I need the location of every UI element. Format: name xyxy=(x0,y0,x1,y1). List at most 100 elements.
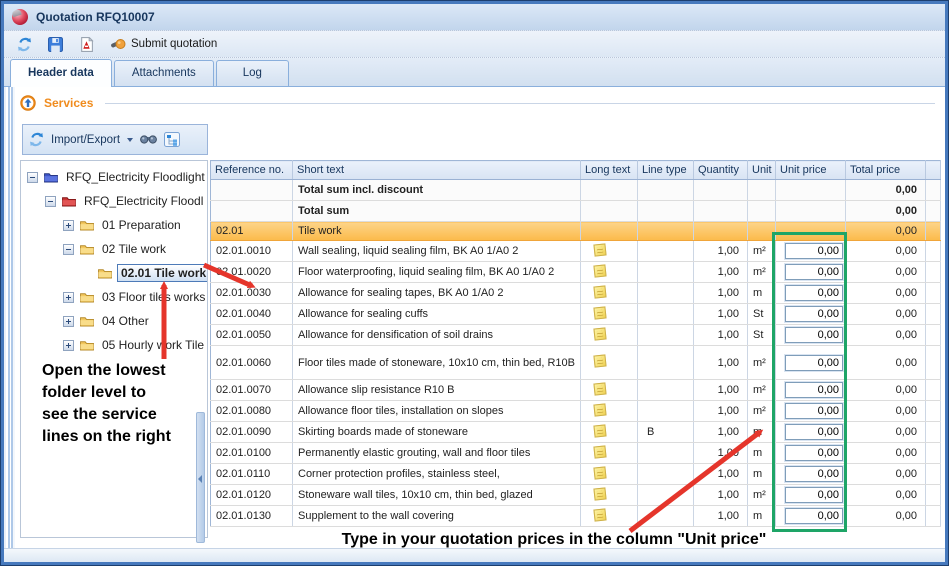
total-sum-row: Total sum 0,00 xyxy=(211,201,941,222)
long-text-note-icon[interactable] xyxy=(593,487,606,500)
binoculars-icon[interactable] xyxy=(140,134,157,145)
unit-price-input[interactable] xyxy=(785,327,843,343)
annotation-type-prices: Type in your quotation prices in the col… xyxy=(234,531,874,548)
tree-item-01-preparation[interactable]: 01 Preparation xyxy=(21,213,207,237)
unit-price-input[interactable] xyxy=(785,487,843,503)
save-button[interactable] xyxy=(43,33,68,55)
tree-item-0201-tile-work-selected[interactable]: 02.01 Tile work xyxy=(21,261,207,285)
long-text-note-icon[interactable] xyxy=(593,508,606,521)
import-export-button[interactable]: Import/Export xyxy=(51,134,120,146)
collapse-minus-icon[interactable] xyxy=(27,172,38,183)
service-row[interactable]: 02.01.0070Allowance slip resistance R10 … xyxy=(211,380,941,401)
col-header-unit-price[interactable]: Unit price xyxy=(776,161,846,180)
service-row[interactable]: 02.01.0080Allowance floor tiles, install… xyxy=(211,401,941,422)
long-text-note-icon[interactable] xyxy=(593,306,606,319)
services-section-header: Services xyxy=(20,95,935,111)
main-toolbar: Submit quotation xyxy=(4,30,945,58)
service-row[interactable]: 02.01.0100Permanently elastic grouting, … xyxy=(211,443,941,464)
unit-price-input[interactable] xyxy=(785,355,843,371)
titlebar: Quotation RFQ10007 xyxy=(4,4,945,30)
tab-log[interactable]: Log xyxy=(216,60,289,86)
long-text-note-icon[interactable] xyxy=(593,466,606,479)
col-header-quantity[interactable]: Quantity xyxy=(694,161,748,180)
tree-item-label: 02.01 Tile work xyxy=(117,264,208,282)
collapse-minus-icon[interactable] xyxy=(45,196,56,207)
long-text-note-icon[interactable] xyxy=(593,354,606,367)
left-scroll-gutter xyxy=(4,87,15,548)
tab-header-data[interactable]: Header data xyxy=(10,59,112,87)
folder-icon xyxy=(79,339,95,351)
long-text-note-icon[interactable] xyxy=(593,424,606,437)
unit-price-input[interactable] xyxy=(785,243,843,259)
long-text-note-icon[interactable] xyxy=(593,243,606,256)
service-row[interactable]: 02.01.0030Allowance for sealing tapes, B… xyxy=(211,283,941,304)
tabstrip: Header data Attachments Log xyxy=(4,58,945,87)
long-text-note-icon[interactable] xyxy=(593,264,606,277)
service-row[interactable]: 02.01.0050Allowance for densification of… xyxy=(211,325,941,346)
tree-toolbar: Import/Export xyxy=(22,124,208,155)
long-text-note-icon[interactable] xyxy=(593,285,606,298)
app-icon xyxy=(12,9,28,25)
refresh-button[interactable] xyxy=(12,33,37,55)
folder-icon xyxy=(79,315,95,327)
expand-plus-icon[interactable] xyxy=(63,340,74,351)
tree-item-03-floor-tiles-works[interactable]: 03 Floor tiles works xyxy=(21,285,207,309)
window-title: Quotation RFQ10007 xyxy=(36,10,155,24)
hierarchy-icon[interactable] xyxy=(164,132,180,147)
unit-price-input[interactable] xyxy=(785,424,843,440)
folder-icon xyxy=(43,171,59,183)
collapse-minus-icon[interactable] xyxy=(63,244,74,255)
unit-price-input[interactable] xyxy=(785,382,843,398)
tree-item-rfq-electricity-floodlight[interactable]: RFQ_Electricity Floodlight xyxy=(21,165,207,189)
long-text-note-icon[interactable] xyxy=(593,445,606,458)
unit-price-input[interactable] xyxy=(785,306,843,322)
service-row[interactable]: 02.01.0090Skirting boards made of stonew… xyxy=(211,422,941,443)
unit-price-input[interactable] xyxy=(785,403,843,419)
tree-item-label: 03 Floor tiles works xyxy=(99,289,208,305)
tree-item-04-other[interactable]: 04 Other xyxy=(21,309,207,333)
long-text-note-icon[interactable] xyxy=(593,403,606,416)
service-row[interactable]: 02.01.0120Stoneware wall tiles, 10x10 cm… xyxy=(211,485,941,506)
pdf-button[interactable] xyxy=(74,33,99,55)
service-row[interactable]: 02.01.0020Floor waterproofing, liquid se… xyxy=(211,262,941,283)
submit-icon xyxy=(110,37,126,51)
unit-price-input[interactable] xyxy=(785,466,843,482)
unit-price-input[interactable] xyxy=(785,285,843,301)
col-header-line-type[interactable]: Line type xyxy=(638,161,694,180)
col-header-short-text[interactable]: Short text xyxy=(293,161,581,180)
collapse-section-icon[interactable] xyxy=(20,95,36,111)
group-row-tile-work[interactable]: 02.01Tile work 0,00 xyxy=(211,222,941,241)
expand-plus-icon[interactable] xyxy=(63,220,74,231)
service-row[interactable]: 02.01.0040Allowance for sealing cuffs 1,… xyxy=(211,304,941,325)
tree-item-label: 05 Hourly work Tile xyxy=(99,337,207,353)
service-row[interactable]: 02.01.0060Floor tiles made of stoneware,… xyxy=(211,346,941,380)
unit-price-input[interactable] xyxy=(785,445,843,461)
tree-item-rfq-electricity-floodl[interactable]: RFQ_Electricity Floodl xyxy=(21,189,207,213)
folder-icon xyxy=(97,267,113,279)
submit-quotation-button[interactable]: Submit quotation xyxy=(105,33,222,55)
refresh-icon[interactable] xyxy=(29,132,44,147)
long-text-note-icon[interactable] xyxy=(593,382,606,395)
tab-attachments[interactable]: Attachments xyxy=(114,60,214,86)
service-row[interactable]: 02.01.0110Corner protection profiles, st… xyxy=(211,464,941,485)
service-lines-table: Reference no. Short text Long text Line … xyxy=(210,160,940,527)
service-row[interactable]: 02.01.0010Wall sealing, liquid sealing f… xyxy=(211,241,941,262)
unit-price-input[interactable] xyxy=(785,508,843,524)
services-label: Services xyxy=(44,96,93,110)
unit-price-input[interactable] xyxy=(785,264,843,280)
col-header-long-text[interactable]: Long text xyxy=(581,161,638,180)
tree-item-05-hourly-work-tile[interactable]: 05 Hourly work Tile xyxy=(21,333,207,357)
table-header-row: Reference no. Short text Long text Line … xyxy=(211,161,941,180)
tree-item-02-tile-work[interactable]: 02 Tile work xyxy=(21,237,207,261)
expand-plus-icon[interactable] xyxy=(63,292,74,303)
col-header-total-price[interactable]: Total price xyxy=(846,161,926,180)
dropdown-caret-icon[interactable] xyxy=(127,138,133,142)
long-text-note-icon[interactable] xyxy=(593,327,606,340)
col-header-reference-no[interactable]: Reference no. xyxy=(211,161,293,180)
tree-item-label: RFQ_Electricity Floodl xyxy=(81,193,206,209)
expand-plus-icon[interactable] xyxy=(63,316,74,327)
submit-quotation-label: Submit quotation xyxy=(131,38,217,50)
col-header-unit[interactable]: Unit xyxy=(748,161,776,180)
refresh-icon xyxy=(17,37,32,52)
service-row[interactable]: 02.01.0130Supplement to the wall coverin… xyxy=(211,506,941,527)
